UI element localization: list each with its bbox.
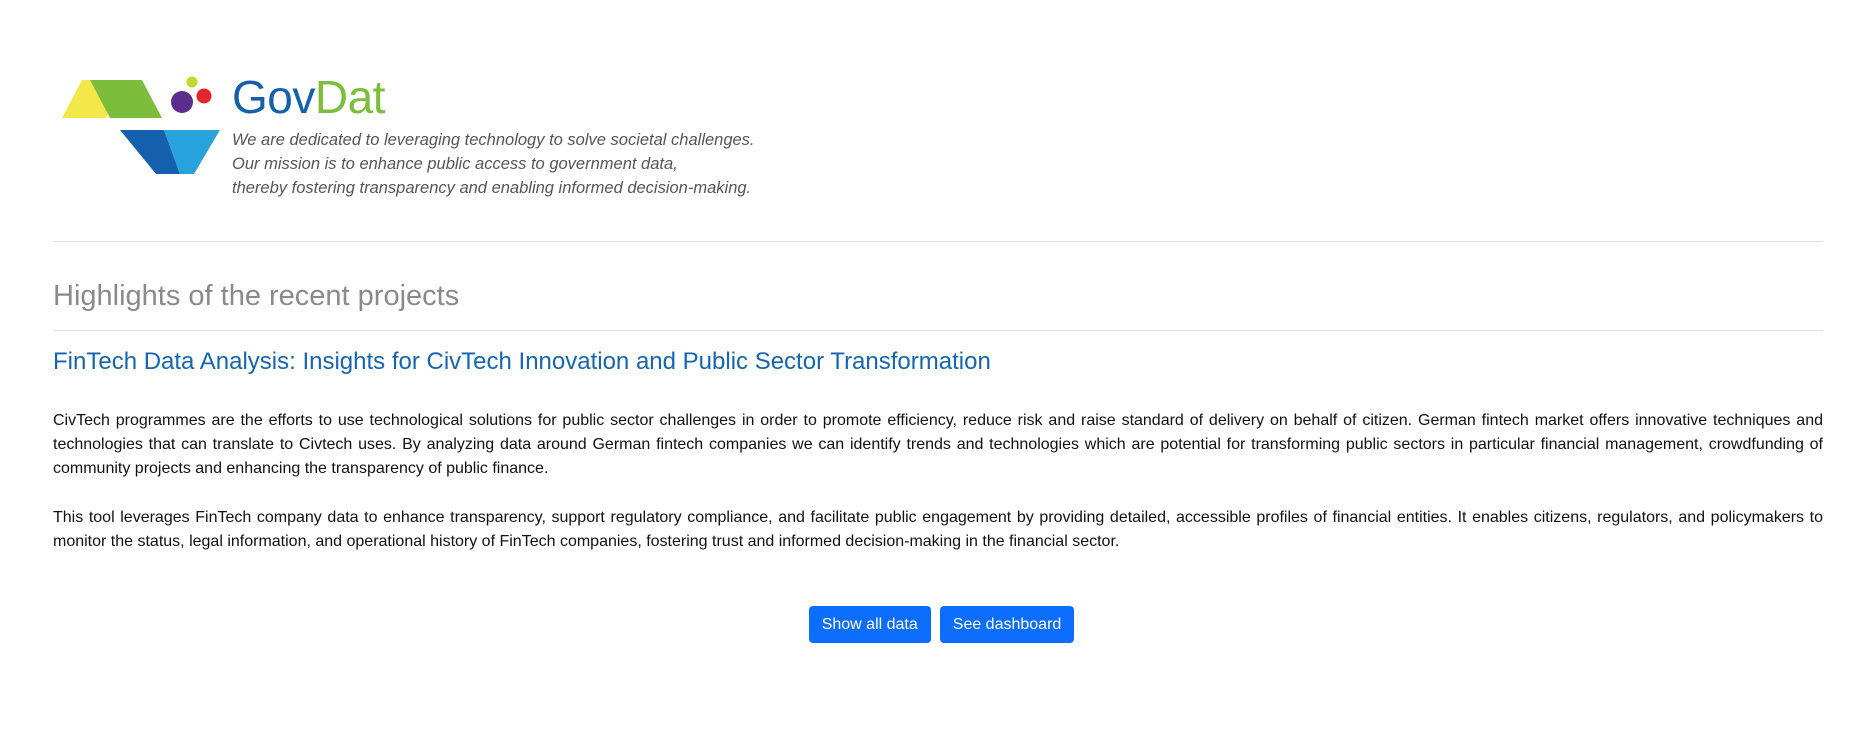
project-description-paragraph: CivTech programmes are the efforts to us…: [53, 412, 1823, 477]
project-title: FinTech Data Analysis: Insights for CivT…: [53, 348, 991, 375]
section-title: Highlights of the recent projects: [53, 280, 460, 312]
brand-name-gov: Gov: [232, 71, 315, 123]
action-buttons: Show all data See dashboard: [0, 606, 1865, 643]
section-divider: [53, 330, 1823, 331]
brand-block: GovDat We are dedicated to leveraging te…: [232, 72, 755, 200]
brand-name: GovDat: [232, 74, 755, 120]
tagline-line: Our mission is to enhance public access …: [232, 155, 678, 173]
tagline-line: thereby fostering transparency and enabl…: [232, 179, 752, 197]
brand-tagline: We are dedicated to leveraging technolog…: [232, 128, 755, 200]
brand-name-dat: Dat: [314, 71, 386, 123]
tagline-line: We are dedicated to leveraging technolog…: [232, 131, 755, 149]
see-dashboard-button[interactable]: See dashboard: [939, 606, 1075, 643]
govdat-logo-icon: [62, 76, 220, 174]
show-all-data-button[interactable]: Show all data: [808, 606, 931, 643]
page: GovDat We are dedicated to leveraging te…: [0, 0, 1865, 741]
header-divider: [53, 241, 1823, 242]
project-description-paragraph: This tool leverages FinTech company data…: [53, 509, 1823, 550]
header: GovDat We are dedicated to leveraging te…: [60, 72, 755, 200]
